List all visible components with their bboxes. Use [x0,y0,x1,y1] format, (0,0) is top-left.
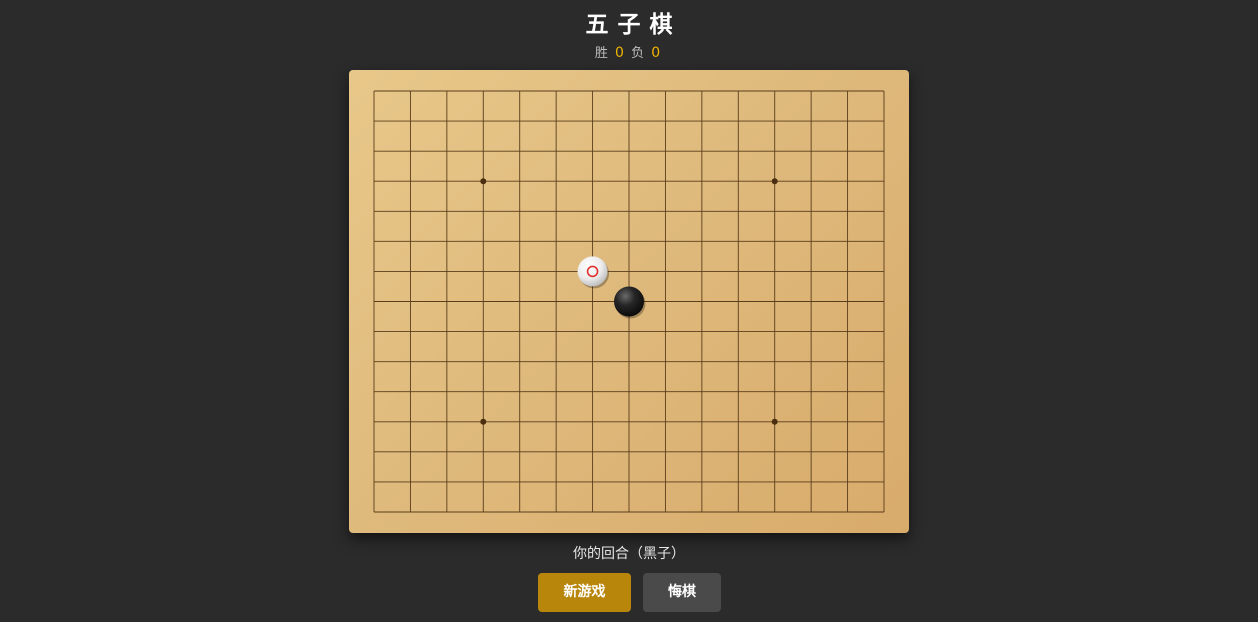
white-stone [577,256,610,289]
undo-button[interactable]: 悔棋 [643,573,721,612]
win-label: 胜 [594,46,608,61]
loss-label: 负 [631,46,645,61]
app-root: 五子棋 胜 0 负 0 你的回合（黑子） 新游戏 悔棋 [0,0,1258,622]
star-point [480,178,487,185]
turn-status: 你的回合（黑子） [573,546,685,562]
game-board[interactable] [349,70,909,533]
star-point [771,178,778,185]
score-bar: 胜 0 负 0 [0,43,1258,64]
new-game-button[interactable]: 新游戏 [538,573,631,612]
star-point [480,418,487,425]
game-title: 五子棋 [585,12,682,38]
win-count: 0 [615,45,624,61]
star-point [771,418,778,425]
black-stone [614,286,646,319]
loss-count: 0 [651,45,661,61]
board-grid[interactable] [349,70,909,533]
